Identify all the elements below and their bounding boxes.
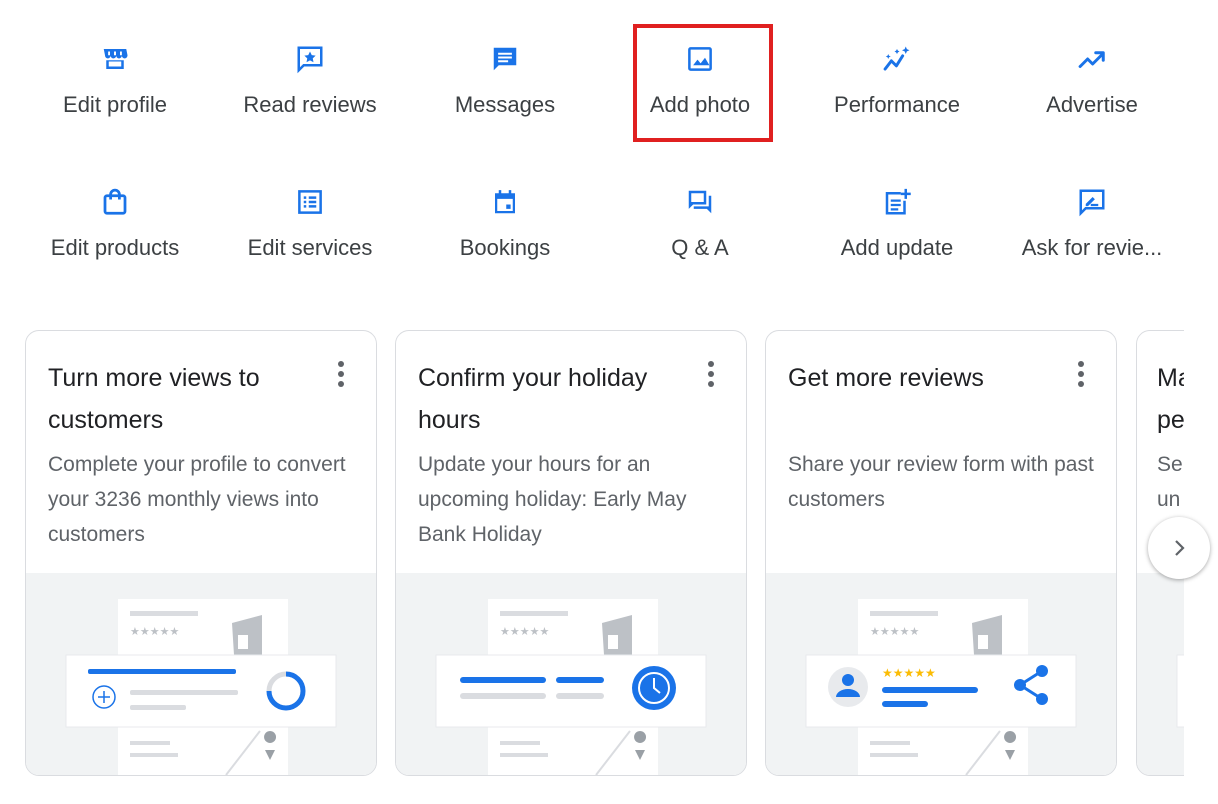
card-description: Complete your profile to convert your 32… xyxy=(48,453,346,546)
message-icon xyxy=(493,47,517,71)
action-read-reviews[interactable]: Read reviews xyxy=(225,44,395,144)
performance-sparkle-icon xyxy=(883,46,910,71)
card-title: Get more reviews xyxy=(788,364,984,392)
card-desc-line: Se xyxy=(1157,453,1183,476)
action-label: Performance xyxy=(834,92,960,117)
rating-stars: ★★★★★ xyxy=(130,626,179,638)
storefront-icon xyxy=(103,49,128,69)
action-label: Bookings xyxy=(459,235,551,260)
rating-stars: ★★★★★ xyxy=(882,666,936,680)
action-add-update[interactable]: Add update xyxy=(812,187,982,287)
suggestion-card-holiday-hours[interactable]: Confirm your holiday hours Update your h… xyxy=(395,330,747,776)
action-performance[interactable]: Performance xyxy=(812,44,982,144)
rating-stars: ★★★★★ xyxy=(870,626,919,638)
card-title-line: Ma xyxy=(1157,364,1184,392)
action-edit-services[interactable]: Edit services xyxy=(225,187,395,287)
shopping-bag-icon xyxy=(103,188,127,215)
forum-icon xyxy=(688,190,712,214)
more-vert-icon[interactable] xyxy=(1076,361,1086,391)
card-illustration xyxy=(1137,573,1184,775)
card-illustration: ★★★★★ xyxy=(396,573,746,775)
action-label: Q & A xyxy=(671,235,729,260)
rating-stars: ★★★★★ xyxy=(500,626,549,638)
more-vert-icon[interactable] xyxy=(706,361,716,391)
action-messages[interactable]: Messages xyxy=(420,44,590,144)
suggestion-card-views[interactable]: Turn more views to customers Complete yo… xyxy=(25,330,377,776)
star-review-icon xyxy=(297,46,323,74)
action-edit-products[interactable]: Edit products xyxy=(30,187,200,287)
card-description: Share your review form with past custome… xyxy=(788,453,1094,511)
card-title: Confirm your holiday hours xyxy=(418,364,648,434)
card-illustration: ★★★★★ xyxy=(26,573,376,775)
suggestion-card-reviews[interactable]: Get more reviews Share your review form … xyxy=(765,330,1117,776)
chevron-right-icon xyxy=(1175,540,1185,556)
card-illustration: ★★★★★ ★★★★★ xyxy=(766,573,1116,775)
action-label: Add update xyxy=(840,235,954,260)
clipped-card-viewport: Ma pe Se un bu xyxy=(1136,0,1184,804)
action-label: Messages xyxy=(454,92,556,117)
list-icon xyxy=(298,190,322,214)
trending-up-icon xyxy=(1078,51,1105,68)
action-add-photo[interactable]: Add photo xyxy=(615,44,785,144)
action-label: Add photo xyxy=(649,92,751,117)
card-desc-line: un xyxy=(1157,488,1181,511)
action-bookings[interactable]: Bookings xyxy=(420,187,590,287)
card-title: Turn more views to customers xyxy=(48,364,260,434)
action-q-and-a[interactable]: Q & A xyxy=(615,187,785,287)
card-title-line: pe xyxy=(1157,406,1184,434)
more-vert-icon[interactable] xyxy=(336,361,346,391)
card-title: Ma pe xyxy=(1157,357,1184,441)
action-label: Read reviews xyxy=(243,92,377,117)
rate-review-icon xyxy=(1079,189,1105,217)
action-label: Edit profile xyxy=(63,92,167,117)
card-description: Update your hours for an upcoming holida… xyxy=(418,453,687,546)
calendar-icon xyxy=(495,190,515,214)
post-add-icon xyxy=(885,188,911,215)
action-label: Edit services xyxy=(247,235,373,260)
carousel-next-button[interactable] xyxy=(1148,517,1210,579)
action-label: Edit products xyxy=(50,235,180,260)
photo-icon xyxy=(688,47,712,71)
action-edit-profile[interactable]: Edit profile xyxy=(30,44,200,144)
